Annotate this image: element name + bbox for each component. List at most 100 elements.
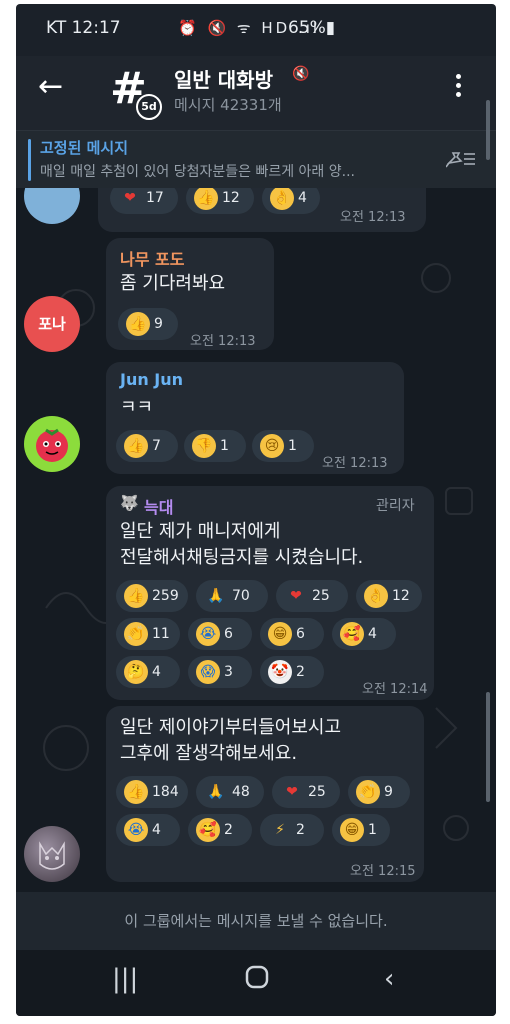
reaction-thinking[interactable]: 🤔 4 <box>116 656 180 688</box>
thumbs-up-icon: 👍 <box>124 584 148 608</box>
reaction-thumbs-up[interactable]: 👍 7 <box>116 430 178 462</box>
scrollbar-thumb[interactable] <box>486 100 490 160</box>
message-time: 오전 12:13 <box>322 456 388 471</box>
ok-hand-icon: 👌 <box>270 188 294 210</box>
scream-face-icon: 😱 <box>196 660 220 684</box>
message-time: 오전 12:15 <box>350 864 416 879</box>
reaction-crying[interactable]: 😢 1 <box>252 430 314 462</box>
avatar-initials: 포나 <box>38 315 66 333</box>
message-text-line-2: 그후에 잘생각해보세요. <box>120 743 298 764</box>
avatar[interactable]: 포나 <box>24 296 80 352</box>
wolf-avatar-icon <box>39 841 65 870</box>
system-nav-bar: ||| ‹ <box>16 950 496 1016</box>
sender-name[interactable]: 늑대 <box>144 494 173 518</box>
message-bubble[interactable]: 나무 포도 좀 기다려봐요 👍 9 오전 12:13 <box>106 238 274 350</box>
sob-face-icon: 😭 <box>196 622 220 646</box>
reaction-scream[interactable]: 😱 3 <box>188 656 252 688</box>
muted-icon: 🔇 <box>292 66 310 82</box>
thumbs-up-icon: 👍 <box>124 434 148 458</box>
battery-level: 65%▮ <box>288 18 336 38</box>
pinned-text: 매일 매일 추첨이 있어 당첨자분들은 빠르게 아래 양... <box>40 164 355 180</box>
smiling-hearts-face-icon: 🥰 <box>340 622 364 646</box>
reaction-heart[interactable]: ❤ 17 <box>110 188 178 214</box>
clap-icon: 👏 <box>356 780 380 804</box>
reaction-grin[interactable]: 😁 6 <box>260 618 324 650</box>
reaction-clap[interactable]: 👏 11 <box>116 618 180 650</box>
wolf-emoji-icon: 🐺 <box>120 494 139 512</box>
reaction-heart[interactable]: ❤ 25 <box>276 580 348 612</box>
reaction-thumbs-down[interactable]: 👎 1 <box>184 430 246 462</box>
pinned-message[interactable]: 고정된 메시지 매일 매일 추첨이 있어 당첨자분들은 빠르게 아래 양... <box>16 130 496 189</box>
message-text-line-1: 일단 제가 매니저에게 <box>120 521 281 542</box>
pray-icon: 🙏 <box>207 588 225 604</box>
message-text-line-2: 전달해서채팅금지를 시켰습니다. <box>120 547 364 568</box>
grin-face-icon: 😁 <box>268 622 292 646</box>
reaction-ok-hand[interactable]: 👌 12 <box>356 580 422 612</box>
message-text: 좀 기다려봐요 <box>120 273 226 294</box>
reaction-grin[interactable]: 😁 1 <box>332 814 390 846</box>
lightning-icon: ⚡ <box>275 822 285 838</box>
status-time: KT 12:17 <box>46 18 121 38</box>
reaction-sob[interactable]: 😭 4 <box>116 814 180 846</box>
message-text: ㅋㅋ <box>120 397 154 418</box>
message-time: 오전 12:13 <box>340 210 406 225</box>
smiling-hearts-face-icon: 🥰 <box>196 818 220 842</box>
scrollbar-thumb[interactable] <box>486 692 490 802</box>
heart-icon: ❤ <box>286 784 298 800</box>
reaction-thumbs-up[interactable]: 👍 12 <box>186 188 254 214</box>
sender-name[interactable]: Jun Jun <box>120 370 183 389</box>
clap-icon: 👏 <box>124 622 148 646</box>
grin-face-icon: 😁 <box>340 818 364 842</box>
message-bubble[interactable]: ❤ 17 👍 12 👌 4 오전 12:13 <box>98 188 426 232</box>
message-bubble[interactable]: 🐺 늑대 관리자 일단 제가 매니저에게 전달해서채팅금지를 시켰습니다. 👍 2… <box>106 486 434 700</box>
recent-apps-icon[interactable]: ||| <box>112 964 138 994</box>
ok-hand-icon: 👌 <box>364 584 388 608</box>
reaction-clown[interactable]: 🤡 2 <box>260 656 324 688</box>
auto-delete-badge: 5d <box>136 94 162 120</box>
reaction-ok-hand[interactable]: 👌 4 <box>262 188 320 214</box>
chat-messages[interactable]: ❤ 17 👍 12 👌 4 오전 12:13 포나 나무 포도 좀 기다려봐요 👍 9 … <box>16 188 496 892</box>
sender-name[interactable]: 나무 포도 <box>120 246 184 270</box>
pinned-accent-bar <box>28 139 31 181</box>
reaction-pray[interactable]: 🙏 70 <box>196 580 268 612</box>
admin-role-label: 관리자 <box>376 498 415 514</box>
reaction-hearts-face[interactable]: 🥰 4 <box>332 618 396 650</box>
back-arrow-icon[interactable]: ← <box>38 72 63 102</box>
reaction-sob[interactable]: 😭 6 <box>188 618 252 650</box>
clown-face-icon: 🤡 <box>268 660 292 684</box>
chat-title[interactable]: 일반 대화방 <box>174 64 273 93</box>
thumbs-down-icon: 👎 <box>192 434 216 458</box>
heart-icon: ❤ <box>290 588 302 604</box>
avatar[interactable] <box>24 416 80 472</box>
pray-icon: 🙏 <box>207 784 225 800</box>
message-count: 메시지 42331개 <box>174 96 282 114</box>
tomato-face-icon <box>36 428 68 462</box>
reaction-pray[interactable]: 🙏 48 <box>196 776 264 808</box>
reaction-heart[interactable]: ❤ 25 <box>272 776 340 808</box>
home-icon[interactable] <box>244 964 270 997</box>
thumbs-up-icon: 👍 <box>126 312 150 336</box>
back-icon[interactable]: ‹ <box>384 964 394 994</box>
reaction-hearts-face[interactable]: 🥰 2 <box>188 814 252 846</box>
pinned-title: 고정된 메시지 <box>40 139 129 157</box>
reaction-clap[interactable]: 👏 9 <box>348 776 410 808</box>
more-options-icon[interactable] <box>456 74 462 101</box>
crying-face-icon: 😢 <box>260 434 284 458</box>
reaction-thumbs-up[interactable]: 👍 184 <box>116 776 188 808</box>
avatar[interactable] <box>24 826 80 882</box>
message-time: 오전 12:14 <box>362 682 428 697</box>
message-bubble[interactable]: 일단 제이야기부터들어보시고 그후에 잘생각해보세요. 👍 184 🙏 48 ❤ 25… <box>106 706 424 882</box>
message-bubble[interactable]: Jun Jun ㅋㅋ 👍 7 👎 1 😢 1 오전 12:13 <box>106 362 404 474</box>
chat-header: ← # 5d 일반 대화방 🔇 메시지 42331개 <box>16 56 496 130</box>
thinking-face-icon: 🤔 <box>124 660 148 684</box>
sob-face-icon: 😭 <box>124 818 148 842</box>
pin-list-icon[interactable] <box>445 149 476 174</box>
reaction-thumbs-up[interactable]: 👍 259 <box>116 580 188 612</box>
cannot-send-notice: 이 그룹에서는 메시지를 보낼 수 없습니다. <box>16 892 496 950</box>
thumbs-up-icon: 👍 <box>194 188 218 210</box>
message-time: 오전 12:13 <box>190 334 256 349</box>
message-text-line-1: 일단 제이야기부터들어보시고 <box>120 717 342 738</box>
reaction-zap[interactable]: ⚡ 2 <box>260 814 324 846</box>
status-bar: KT 12:17 ⏰ 🔇 ᯤ HD .ıl 65%▮ <box>16 4 496 56</box>
reaction-thumbs-up[interactable]: 👍 9 <box>118 308 178 340</box>
